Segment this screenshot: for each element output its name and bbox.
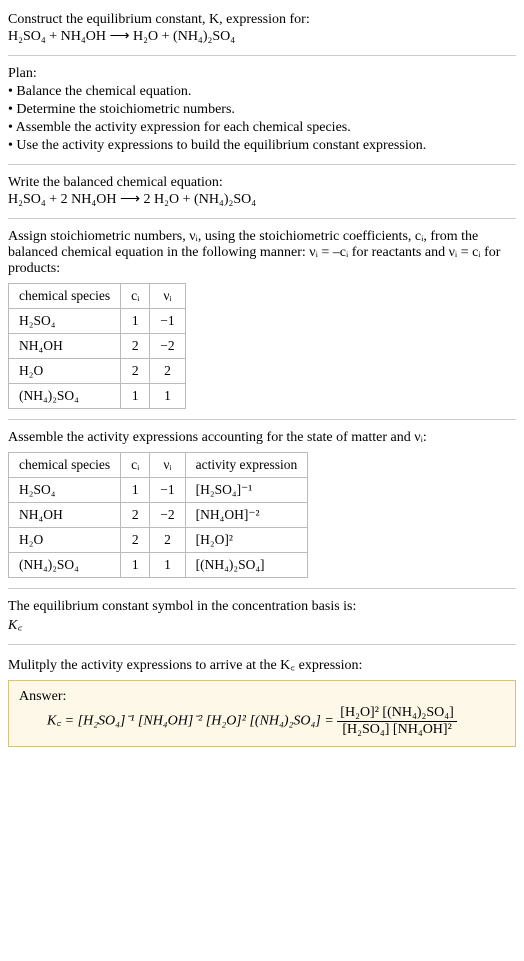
intro-block: Construct the equilibrium constant, K, e… — [8, 12, 516, 45]
cell: [H₂SO₄]⁻¹ — [185, 478, 308, 503]
cell: −1 — [150, 478, 185, 503]
cell: (NH₄)₂SO₄ — [9, 553, 121, 578]
answer-label: Answer: — [19, 689, 505, 705]
cell: H₂O — [9, 528, 121, 553]
stoich-h3: νᵢ — [150, 284, 185, 309]
cell: [(NH₄)₂SO₄] — [185, 553, 308, 578]
table-row: H₂SO₄ 1 −1 — [9, 309, 186, 334]
divider — [8, 419, 516, 420]
intro-line1: Construct the equilibrium constant, K, e… — [8, 12, 516, 28]
plan-block: Plan: • Balance the chemical equation. •… — [8, 66, 516, 154]
cell: H₂SO₄ — [9, 478, 121, 503]
cell: H₂O — [9, 359, 121, 384]
cell: −2 — [150, 503, 185, 528]
cell: NH₄OH — [9, 503, 121, 528]
cell: 1 — [121, 309, 150, 334]
cell: 2 — [121, 359, 150, 384]
divider — [8, 588, 516, 589]
cell: [H₂O]² — [185, 528, 308, 553]
plan-bullet-3: • Assemble the activity expression for e… — [8, 120, 516, 136]
activity-h3: νᵢ — [150, 453, 185, 478]
balanced-heading: Write the balanced chemical equation: — [8, 175, 516, 191]
plan-bullet-2: • Determine the stoichiometric numbers. — [8, 102, 516, 118]
cell: −2 — [150, 334, 185, 359]
cell: 1 — [121, 553, 150, 578]
table-row: H₂O 2 2 — [9, 359, 186, 384]
final-text: Mulitply the activity expressions to arr… — [8, 655, 516, 674]
balanced-equation: H₂SO₄ + 2 NH₄OH ⟶ 2 H₂O + (NH₄)₂SO₄ — [8, 191, 516, 208]
table-row: H₂O 2 2 [H₂O]² — [9, 528, 308, 553]
final-block: Mulitply the activity expressions to arr… — [8, 655, 516, 747]
cell: 2 — [150, 528, 185, 553]
divider — [8, 644, 516, 645]
cell: 1 — [121, 384, 150, 409]
cell: 1 — [150, 553, 185, 578]
cell: 1 — [150, 384, 185, 409]
answer-numerator: [H₂O]² [(NH₄)₂SO₄] — [337, 705, 457, 721]
kc-symbol: K꜀ — [8, 618, 22, 633]
answer-box: Answer: K꜀ = [H₂SO₄]⁻¹ [NH₄OH]⁻² [H₂O]² … — [8, 680, 516, 747]
cell: H₂SO₄ — [9, 309, 121, 334]
table-row: (NH₄)₂SO₄ 1 1 [(NH₄)₂SO₄] — [9, 553, 308, 578]
activity-h2: cᵢ — [121, 453, 150, 478]
divider — [8, 218, 516, 219]
stoich-text: Assign stoichiometric numbers, νᵢ, using… — [8, 229, 516, 277]
stoich-block: Assign stoichiometric numbers, νᵢ, using… — [8, 229, 516, 409]
balanced-block: Write the balanced chemical equation: H₂… — [8, 175, 516, 208]
table-row: (NH₄)₂SO₄ 1 1 — [9, 384, 186, 409]
stoich-table: chemical species cᵢ νᵢ H₂SO₄ 1 −1 NH₄OH … — [8, 283, 186, 409]
cell: 1 — [121, 478, 150, 503]
divider — [8, 55, 516, 56]
answer-denominator: [H₂SO₄] [NH₄OH]² — [337, 721, 457, 738]
table-row: H₂SO₄ 1 −1 [H₂SO₄]⁻¹ — [9, 478, 308, 503]
activity-h1: chemical species — [9, 453, 121, 478]
cell: 2 — [121, 528, 150, 553]
activity-text: Assemble the activity expressions accoun… — [8, 430, 516, 446]
stoich-h2: cᵢ — [121, 284, 150, 309]
plan-bullet-4: • Use the activity expressions to build … — [8, 138, 516, 154]
activity-h4: activity expression — [185, 453, 308, 478]
activity-block: Assemble the activity expressions accoun… — [8, 430, 516, 578]
cell: −1 — [150, 309, 185, 334]
table-row: chemical species cᵢ νᵢ — [9, 284, 186, 309]
answer-equation: K꜀ = [H₂SO₄]⁻¹ [NH₄OH]⁻² [H₂O]² [(NH₄)₂S… — [47, 705, 505, 738]
cell: 2 — [121, 334, 150, 359]
plan-bullet-1: • Balance the chemical equation. — [8, 84, 516, 100]
table-row: chemical species cᵢ νᵢ activity expressi… — [9, 453, 308, 478]
divider — [8, 164, 516, 165]
table-row: NH₄OH 2 −2 — [9, 334, 186, 359]
cell: (NH₄)₂SO₄ — [9, 384, 121, 409]
kc-symbol-block: The equilibrium constant symbol in the c… — [8, 599, 516, 634]
cell: NH₄OH — [9, 334, 121, 359]
table-row: NH₄OH 2 −2 [NH₄OH]⁻² — [9, 503, 308, 528]
activity-table: chemical species cᵢ νᵢ activity expressi… — [8, 452, 308, 578]
answer-lhs: K꜀ = [H₂SO₄]⁻¹ [NH₄OH]⁻² [H₂O]² [(NH₄)₂S… — [47, 714, 337, 729]
cell: 2 — [150, 359, 185, 384]
plan-heading: Plan: — [8, 66, 516, 82]
answer-fraction: [H₂O]² [(NH₄)₂SO₄] [H₂SO₄] [NH₄OH]² — [337, 705, 457, 738]
kc-symbol-text: The equilibrium constant symbol in the c… — [8, 599, 516, 615]
stoich-h1: chemical species — [9, 284, 121, 309]
intro-equation: H₂SO₄ + NH₄OH ⟶ H₂O + (NH₄)₂SO₄ — [8, 28, 516, 45]
cell: [NH₄OH]⁻² — [185, 503, 308, 528]
cell: 2 — [121, 503, 150, 528]
